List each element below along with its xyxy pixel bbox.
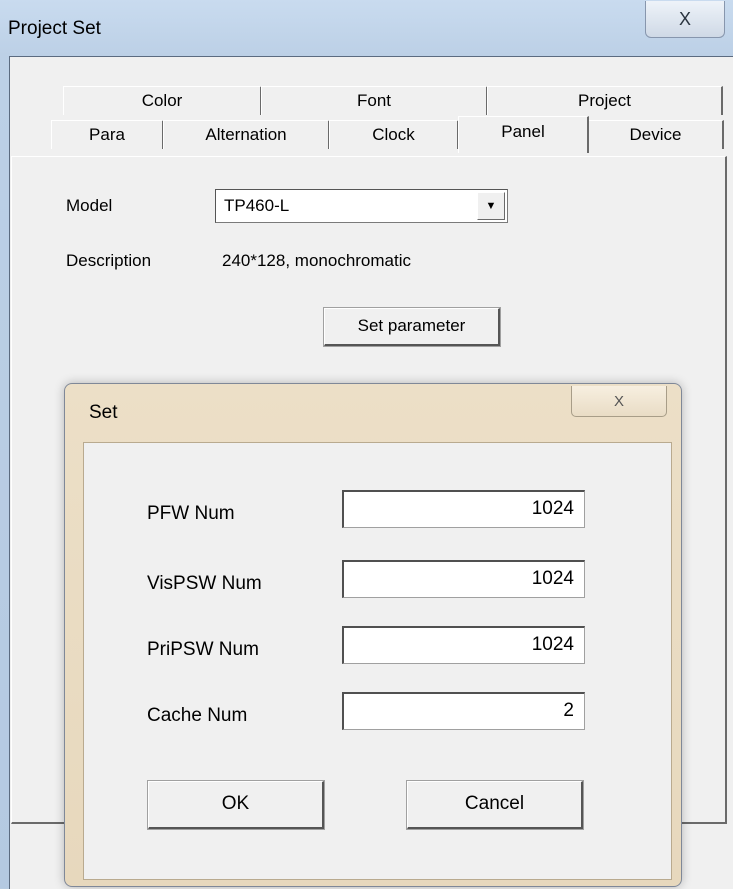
window-title: Project Set (8, 18, 101, 39)
pfw-num-field[interactable]: 1024 (342, 490, 585, 528)
cache-num-field[interactable]: 2 (342, 692, 585, 730)
dialog-close-button[interactable]: X (571, 386, 667, 417)
pfw-num-label: PFW Num (147, 503, 235, 524)
cache-num-label: Cache Num (147, 705, 248, 726)
tab-font[interactable]: Font (261, 86, 488, 115)
tab-alternation[interactable]: Alternation (163, 120, 330, 149)
ok-button[interactable]: OK (147, 780, 325, 830)
dialog-title: Set (89, 402, 118, 423)
close-icon: X (613, 392, 624, 410)
description-label: Description (66, 251, 152, 270)
dialog-client-area: PFW Num 1024 VisPSW Num 1024 PriPSW Num … (83, 442, 672, 880)
tab-panel[interactable]: Panel (458, 116, 589, 153)
set-parameter-button[interactable]: Set parameter (323, 307, 501, 347)
description-value: 240*128, monochromatic (222, 251, 412, 270)
model-label: Model (66, 196, 113, 215)
pripsw-num-field[interactable]: 1024 (342, 626, 585, 664)
vispsw-num-label: VisPSW Num (147, 573, 262, 594)
model-select[interactable]: TP460-L ▼ (215, 189, 508, 223)
chevron-down-icon[interactable]: ▼ (477, 192, 505, 220)
cancel-button[interactable]: Cancel (406, 780, 584, 830)
window-close-button[interactable]: X (645, 1, 725, 38)
pripsw-num-label: PriPSW Num (147, 639, 259, 660)
vispsw-num-field[interactable]: 1024 (342, 560, 585, 598)
model-select-value: TP460-L (224, 196, 290, 215)
tab-project[interactable]: Project (487, 86, 723, 115)
tab-clock[interactable]: Clock (329, 120, 459, 149)
set-dialog: Set X PFW Num 1024 VisPSW Num 1024 PriPS… (64, 383, 682, 887)
tab-color[interactable]: Color (63, 86, 262, 115)
tab-para[interactable]: Para (51, 120, 164, 149)
close-icon: X (678, 8, 691, 29)
tab-device[interactable]: Device (588, 120, 724, 149)
